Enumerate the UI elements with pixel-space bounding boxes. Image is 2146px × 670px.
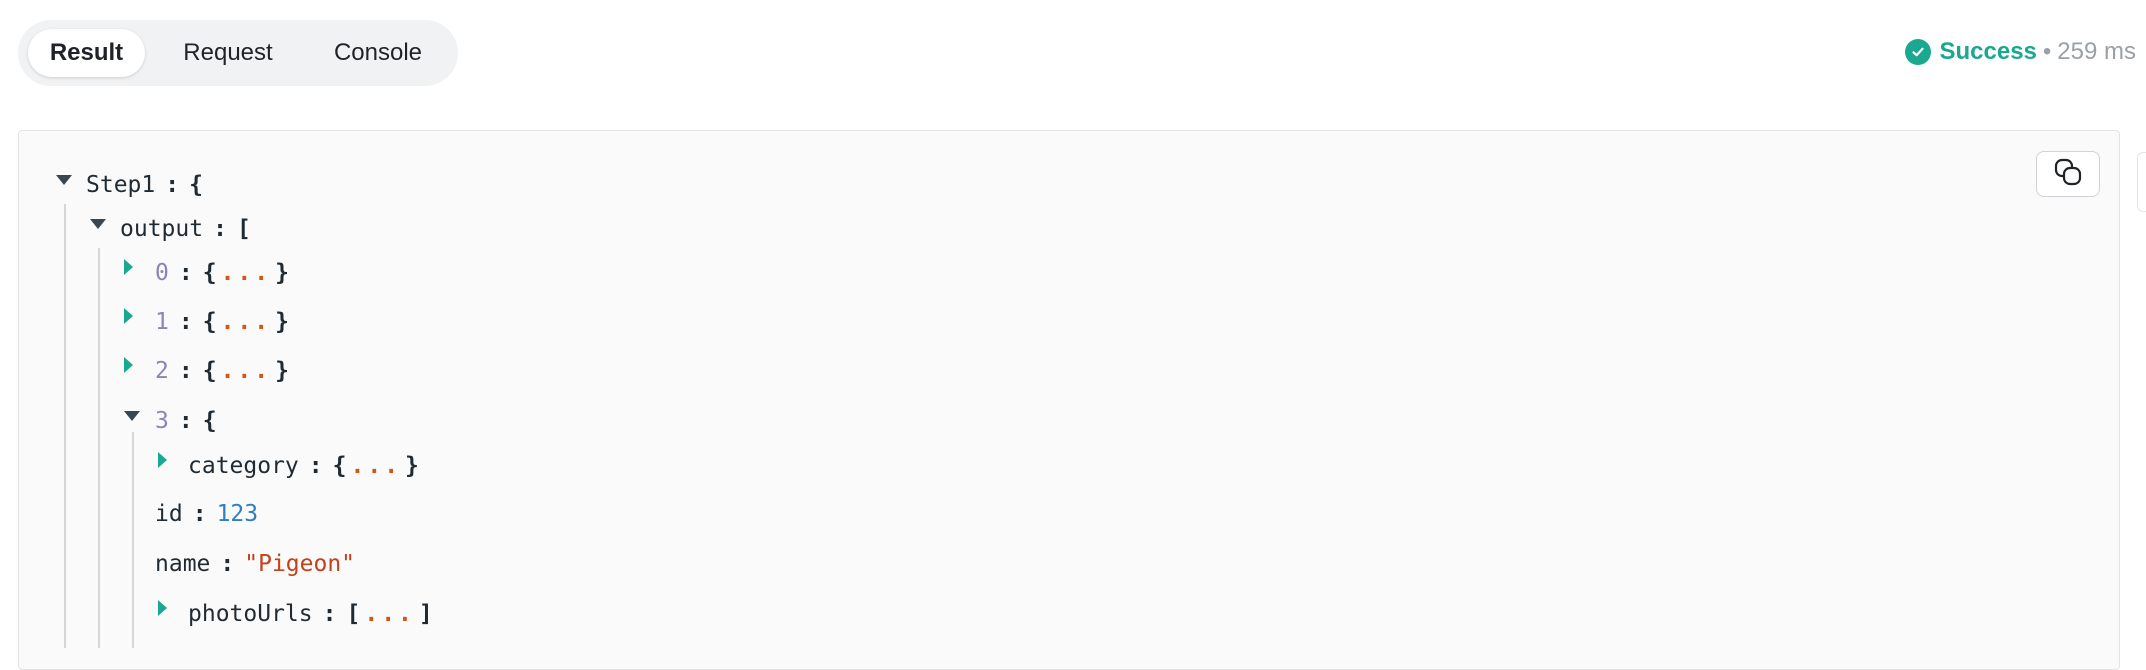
node-colon: : xyxy=(178,309,193,335)
expand-toggle-icon[interactable] xyxy=(124,357,133,373)
open-brace: { xyxy=(332,453,347,479)
indent-guide xyxy=(132,432,134,648)
node-index: 3 xyxy=(155,408,169,434)
expand-toggle-icon[interactable] xyxy=(158,600,167,616)
tree-node-item-3: 3: { xyxy=(155,404,217,438)
open-bracket: [ xyxy=(236,216,251,242)
collapsed-marker[interactable]: ... xyxy=(364,601,415,627)
open-brace: { xyxy=(202,408,217,434)
node-colon: : xyxy=(322,601,337,627)
status-duration: 259 ms xyxy=(2057,38,2136,65)
indent-guide xyxy=(64,204,66,648)
tree-node-id: id:123 xyxy=(155,497,258,531)
node-key: Step1 xyxy=(86,172,156,198)
indent-guide xyxy=(98,248,100,648)
node-key: id xyxy=(155,501,183,527)
open-brace: { xyxy=(202,309,217,335)
node-colon: : xyxy=(308,453,323,479)
node-key: category xyxy=(188,453,299,479)
collapsed-marker[interactable]: ... xyxy=(351,453,402,479)
tab-result[interactable]: Result xyxy=(28,29,145,77)
node-key: name xyxy=(155,551,211,577)
check-circle-icon xyxy=(1905,39,1932,65)
status-text: Success xyxy=(1939,38,2037,65)
tab-request[interactable]: Request xyxy=(166,29,290,77)
tree-node-step1: Step1: { xyxy=(86,168,203,202)
node-key: output xyxy=(120,216,204,242)
node-colon: : xyxy=(192,501,207,527)
node-key: photoUrls xyxy=(188,601,313,627)
node-colon: : xyxy=(220,551,235,577)
expand-toggle-icon[interactable] xyxy=(124,259,133,275)
tree-node-output: output: [ xyxy=(120,212,251,246)
open-brace: { xyxy=(202,260,217,286)
open-bracket: [ xyxy=(346,601,361,627)
close-bracket: ] xyxy=(418,601,433,627)
collapsed-marker[interactable]: ... xyxy=(221,358,272,384)
close-brace: } xyxy=(275,260,289,286)
node-colon: : xyxy=(178,408,193,434)
collapse-toggle-icon[interactable] xyxy=(124,411,140,421)
tree-node-item-0: 0: {...} xyxy=(155,256,289,290)
tree-node-category: category: {...} xyxy=(188,449,419,483)
expand-toggle-icon[interactable] xyxy=(158,452,167,468)
node-value-number: 123 xyxy=(216,501,259,527)
copy-icon xyxy=(2053,157,2083,192)
node-value-string: "Pigeon" xyxy=(244,551,356,577)
open-brace: { xyxy=(202,358,217,384)
tab-console[interactable]: Console xyxy=(314,29,442,77)
close-brace: } xyxy=(275,358,289,384)
collapse-toggle-icon[interactable] xyxy=(56,175,72,185)
status-separator: • xyxy=(2042,38,2052,65)
collapsed-marker[interactable]: ... xyxy=(221,260,272,286)
node-colon: : xyxy=(178,358,193,384)
node-colon: : xyxy=(178,260,193,286)
tree-node-item-2: 2: {...} xyxy=(155,354,289,388)
copy-button[interactable] xyxy=(2036,151,2100,197)
close-brace: } xyxy=(275,309,289,335)
collapsed-marker[interactable]: ... xyxy=(221,309,272,335)
side-panel-handle[interactable] xyxy=(2137,152,2146,212)
result-panel xyxy=(18,130,2120,670)
tree-node-item-1: 1: {...} xyxy=(155,305,289,339)
status-indicator: Success • 259 ms xyxy=(1905,34,2136,70)
node-index: 2 xyxy=(155,358,169,384)
result-tabs: Result Request Console xyxy=(18,20,458,86)
node-index: 1 xyxy=(155,309,169,335)
tree-node-photourls: photoUrls: [...] xyxy=(188,597,433,631)
collapse-toggle-icon[interactable] xyxy=(90,219,106,229)
node-colon: : xyxy=(165,172,180,198)
close-brace: } xyxy=(405,453,419,479)
node-colon: : xyxy=(213,216,227,242)
tree-node-name: name: "Pigeon" xyxy=(155,547,355,581)
expand-toggle-icon[interactable] xyxy=(124,308,133,324)
open-brace: { xyxy=(189,172,203,198)
node-index: 0 xyxy=(155,260,169,286)
